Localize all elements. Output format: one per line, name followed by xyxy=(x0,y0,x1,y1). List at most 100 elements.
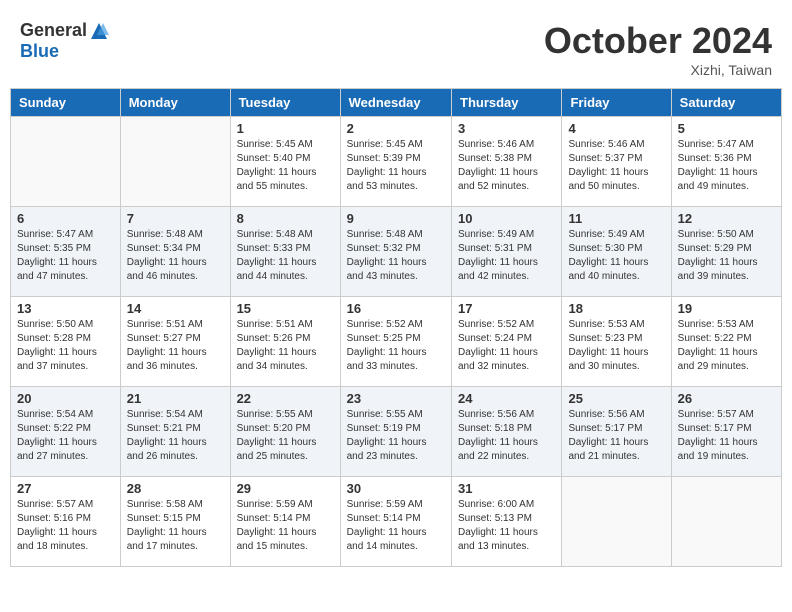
location-text: Xizhi, Taiwan xyxy=(544,62,772,78)
calendar-day-cell: 9 Sunrise: 5:48 AM Sunset: 5:32 PM Daylig… xyxy=(340,207,451,297)
calendar-day-cell: 11 Sunrise: 5:49 AM Sunset: 5:30 PM Dayli… xyxy=(562,207,671,297)
day-number: 30 xyxy=(347,481,445,496)
calendar-day-cell xyxy=(562,477,671,567)
calendar-day-cell: 6Sunrise: 5:47 AM Sunset: 5:35 PM Daylig… xyxy=(11,207,121,297)
day-number: 18 xyxy=(568,301,664,316)
calendar-day-cell: 29Sunrise: 5:59 AM Sunset: 5:14 PM Dayli… xyxy=(230,477,340,567)
calendar-week-row: 27 Sunrise: 5:57 AM Sunset: 5:16 PM Dayli… xyxy=(11,477,782,567)
calendar-day-cell: 31 Sunrise: 6:00 AM Sunset: 5:13 PM Dayli… xyxy=(452,477,562,567)
calendar-day-cell: 14Sunrise: 5:51 AM Sunset: 5:27 PM Dayli… xyxy=(120,297,230,387)
calendar-table: SundayMondayTuesdayWednesdayThursdayFrid… xyxy=(10,88,782,567)
day-info: Sunrise: 5:57 AM Sunset: 5:16 PM Dayligh… xyxy=(17,498,114,554)
day-info: Sunrise: 5:59 AM Sunset: 5:14 PM Dayligh… xyxy=(347,498,445,554)
calendar-week-row: 1Sunrise: 5:45 AM Sunset: 5:40 PM Daylig… xyxy=(11,117,782,207)
calendar-day-cell: 10 Sunrise: 5:49 AM Sunset: 5:31 PM Dayli… xyxy=(452,207,562,297)
calendar-day-cell xyxy=(671,477,781,567)
day-number: 8 xyxy=(237,211,334,226)
day-info: Sunrise: 5:57 AM Sunset: 5:17 PM Dayligh… xyxy=(678,408,775,464)
day-number: 24 xyxy=(458,391,555,406)
day-info: Sunrise: 5:49 AM Sunset: 5:31 PM Dayligh… xyxy=(458,228,555,284)
calendar-day-cell: 23 Sunrise: 5:55 AM Sunset: 5:19 PM Dayli… xyxy=(340,387,451,477)
calendar-day-cell: 13 Sunrise: 5:50 AM Sunset: 5:28 PM Dayli… xyxy=(11,297,121,387)
day-info: Sunrise: 5:45 AM Sunset: 5:40 PM Dayligh… xyxy=(237,138,334,194)
calendar-header-row: SundayMondayTuesdayWednesdayThursdayFrid… xyxy=(11,89,782,117)
day-info: Sunrise: 5:52 AM Sunset: 5:24 PM Dayligh… xyxy=(458,318,555,374)
day-info: Sunrise: 5:46 AM Sunset: 5:37 PM Dayligh… xyxy=(568,138,664,194)
calendar-day-cell: 2Sunrise: 5:45 AM Sunset: 5:39 PM Daylig… xyxy=(340,117,451,207)
day-number: 10 xyxy=(458,211,555,226)
day-number: 25 xyxy=(568,391,664,406)
day-number: 4 xyxy=(568,121,664,136)
day-number: 31 xyxy=(458,481,555,496)
calendar-day-header: Sunday xyxy=(11,89,121,117)
calendar-day-cell: 18 Sunrise: 5:53 AM Sunset: 5:23 PM Dayli… xyxy=(562,297,671,387)
day-number: 22 xyxy=(237,391,334,406)
day-number: 29 xyxy=(237,481,334,496)
day-info: Sunrise: 5:53 AM Sunset: 5:22 PM Dayligh… xyxy=(678,318,775,374)
day-number: 5 xyxy=(678,121,775,136)
calendar-day-header: Monday xyxy=(120,89,230,117)
calendar-day-header: Saturday xyxy=(671,89,781,117)
calendar-day-cell xyxy=(120,117,230,207)
day-info: Sunrise: 5:51 AM Sunset: 5:26 PM Dayligh… xyxy=(237,318,334,374)
day-number: 27 xyxy=(17,481,114,496)
day-number: 16 xyxy=(347,301,445,316)
day-number: 23 xyxy=(347,391,445,406)
day-info: Sunrise: 5:54 AM Sunset: 5:21 PM Dayligh… xyxy=(127,408,224,464)
calendar-day-cell: 30 Sunrise: 5:59 AM Sunset: 5:14 PM Dayli… xyxy=(340,477,451,567)
day-info: Sunrise: 5:48 AM Sunset: 5:34 PM Dayligh… xyxy=(127,228,224,284)
day-number: 28 xyxy=(127,481,224,496)
calendar-day-header: Tuesday xyxy=(230,89,340,117)
day-number: 13 xyxy=(17,301,114,316)
day-number: 26 xyxy=(678,391,775,406)
calendar-day-cell: 24 Sunrise: 5:56 AM Sunset: 5:18 PM Dayli… xyxy=(452,387,562,477)
calendar-day-cell: 3Sunrise: 5:46 AM Sunset: 5:38 PM Daylig… xyxy=(452,117,562,207)
calendar-day-header: Friday xyxy=(562,89,671,117)
day-number: 21 xyxy=(127,391,224,406)
day-number: 11 xyxy=(568,211,664,226)
day-number: 6 xyxy=(17,211,114,226)
day-info: Sunrise: 5:56 AM Sunset: 5:17 PM Dayligh… xyxy=(568,408,664,464)
day-number: 9 xyxy=(347,211,445,226)
calendar-week-row: 13 Sunrise: 5:50 AM Sunset: 5:28 PM Dayli… xyxy=(11,297,782,387)
calendar-day-cell: 1Sunrise: 5:45 AM Sunset: 5:40 PM Daylig… xyxy=(230,117,340,207)
day-number: 17 xyxy=(458,301,555,316)
calendar-day-cell: 16 Sunrise: 5:52 AM Sunset: 5:25 PM Dayli… xyxy=(340,297,451,387)
calendar-day-header: Thursday xyxy=(452,89,562,117)
calendar-day-cell: 19Sunrise: 5:53 AM Sunset: 5:22 PM Dayli… xyxy=(671,297,781,387)
day-info: Sunrise: 5:52 AM Sunset: 5:25 PM Dayligh… xyxy=(347,318,445,374)
day-info: Sunrise: 5:50 AM Sunset: 5:29 PM Dayligh… xyxy=(678,228,775,284)
calendar-day-cell: 22Sunrise: 5:55 AM Sunset: 5:20 PM Dayli… xyxy=(230,387,340,477)
calendar-day-cell: 7 Sunrise: 5:48 AM Sunset: 5:34 PM Daylig… xyxy=(120,207,230,297)
calendar-day-cell: 27 Sunrise: 5:57 AM Sunset: 5:16 PM Dayli… xyxy=(11,477,121,567)
day-number: 12 xyxy=(678,211,775,226)
calendar-day-cell: 4 Sunrise: 5:46 AM Sunset: 5:37 PM Daylig… xyxy=(562,117,671,207)
day-info: Sunrise: 5:58 AM Sunset: 5:15 PM Dayligh… xyxy=(127,498,224,554)
calendar-day-cell: 8 Sunrise: 5:48 AM Sunset: 5:33 PM Daylig… xyxy=(230,207,340,297)
calendar-day-cell: 20 Sunrise: 5:54 AM Sunset: 5:22 PM Dayli… xyxy=(11,387,121,477)
day-number: 7 xyxy=(127,211,224,226)
calendar-day-cell: 12 Sunrise: 5:50 AM Sunset: 5:29 PM Dayli… xyxy=(671,207,781,297)
day-info: Sunrise: 5:45 AM Sunset: 5:39 PM Dayligh… xyxy=(347,138,445,194)
day-number: 20 xyxy=(17,391,114,406)
day-info: Sunrise: 5:53 AM Sunset: 5:23 PM Dayligh… xyxy=(568,318,664,374)
logo-general-text: General xyxy=(20,20,87,41)
day-info: Sunrise: 5:49 AM Sunset: 5:30 PM Dayligh… xyxy=(568,228,664,284)
logo: General Blue xyxy=(20,20,109,62)
day-info: Sunrise: 5:50 AM Sunset: 5:28 PM Dayligh… xyxy=(17,318,114,374)
calendar-day-cell: 21 Sunrise: 5:54 AM Sunset: 5:21 PM Dayli… xyxy=(120,387,230,477)
day-info: Sunrise: 5:56 AM Sunset: 5:18 PM Dayligh… xyxy=(458,408,555,464)
calendar-week-row: 20 Sunrise: 5:54 AM Sunset: 5:22 PM Dayli… xyxy=(11,387,782,477)
logo-icon xyxy=(89,21,109,41)
day-info: Sunrise: 5:47 AM Sunset: 5:36 PM Dayligh… xyxy=(678,138,775,194)
day-info: Sunrise: 5:48 AM Sunset: 5:33 PM Dayligh… xyxy=(237,228,334,284)
title-section: October 2024 Xizhi, Taiwan xyxy=(544,20,772,78)
day-info: Sunrise: 5:55 AM Sunset: 5:19 PM Dayligh… xyxy=(347,408,445,464)
day-info: Sunrise: 5:48 AM Sunset: 5:32 PM Dayligh… xyxy=(347,228,445,284)
day-info: Sunrise: 5:54 AM Sunset: 5:22 PM Dayligh… xyxy=(17,408,114,464)
calendar-day-cell: 26 Sunrise: 5:57 AM Sunset: 5:17 PM Dayli… xyxy=(671,387,781,477)
day-number: 14 xyxy=(127,301,224,316)
calendar-day-cell: 28 Sunrise: 5:58 AM Sunset: 5:15 PM Dayli… xyxy=(120,477,230,567)
day-info: Sunrise: 6:00 AM Sunset: 5:13 PM Dayligh… xyxy=(458,498,555,554)
day-number: 3 xyxy=(458,121,555,136)
